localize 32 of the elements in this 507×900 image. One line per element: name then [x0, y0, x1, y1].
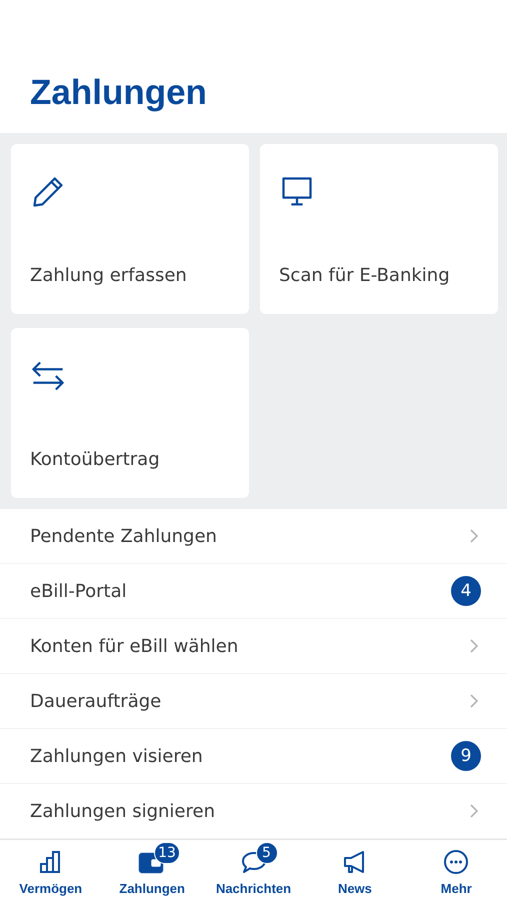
list-item[interactable]: eBill-Portal 4	[0, 564, 507, 619]
tab[interactable]: 5 Nachrichten	[202, 840, 304, 900]
count-badge: 5	[256, 842, 278, 864]
tile-label: Zahlung erfassen	[30, 265, 188, 286]
page-title: Zahlungen	[30, 73, 207, 113]
tab[interactable]: Vermögen	[0, 840, 102, 900]
tab-label: Mehr	[440, 881, 472, 896]
chevron-icon	[469, 638, 479, 654]
list-item[interactable]: Pendente Zahlungen	[0, 509, 507, 564]
tab-label: News	[338, 881, 372, 896]
more-icon	[442, 848, 470, 876]
tile-label: Kontoübertrag	[30, 449, 161, 470]
count-badge: 9	[451, 741, 481, 771]
tab-label: Nachrichten	[216, 881, 292, 896]
tab[interactable]: News	[304, 840, 406, 900]
list-item[interactable]: Konten für eBill wählen	[0, 619, 507, 674]
tab[interactable]: 13 Zahlungen	[101, 840, 203, 900]
count-badge: 13	[154, 842, 180, 864]
count-badge: 4	[451, 576, 481, 606]
list-item[interactable]: Zahlungen signieren	[0, 784, 507, 839]
chevron-icon	[469, 528, 479, 544]
chevron-icon	[469, 803, 479, 819]
tab-label: Vermögen	[19, 881, 82, 896]
list-item[interactable]: Daueraufträge	[0, 674, 507, 729]
action-tile[interactable]: Zahlung erfassen	[11, 144, 249, 314]
list-item[interactable]: Zahlungen visieren 9	[0, 729, 507, 784]
tab[interactable]: Mehr	[406, 840, 507, 900]
chevron-icon	[469, 693, 479, 709]
tab-label: Zahlungen	[119, 881, 185, 896]
action-tile[interactable]: Scan für E-Banking	[260, 144, 498, 314]
tile-label: Scan für E-Banking	[279, 265, 451, 286]
action-tile[interactable]: Kontoübertrag	[11, 328, 249, 498]
